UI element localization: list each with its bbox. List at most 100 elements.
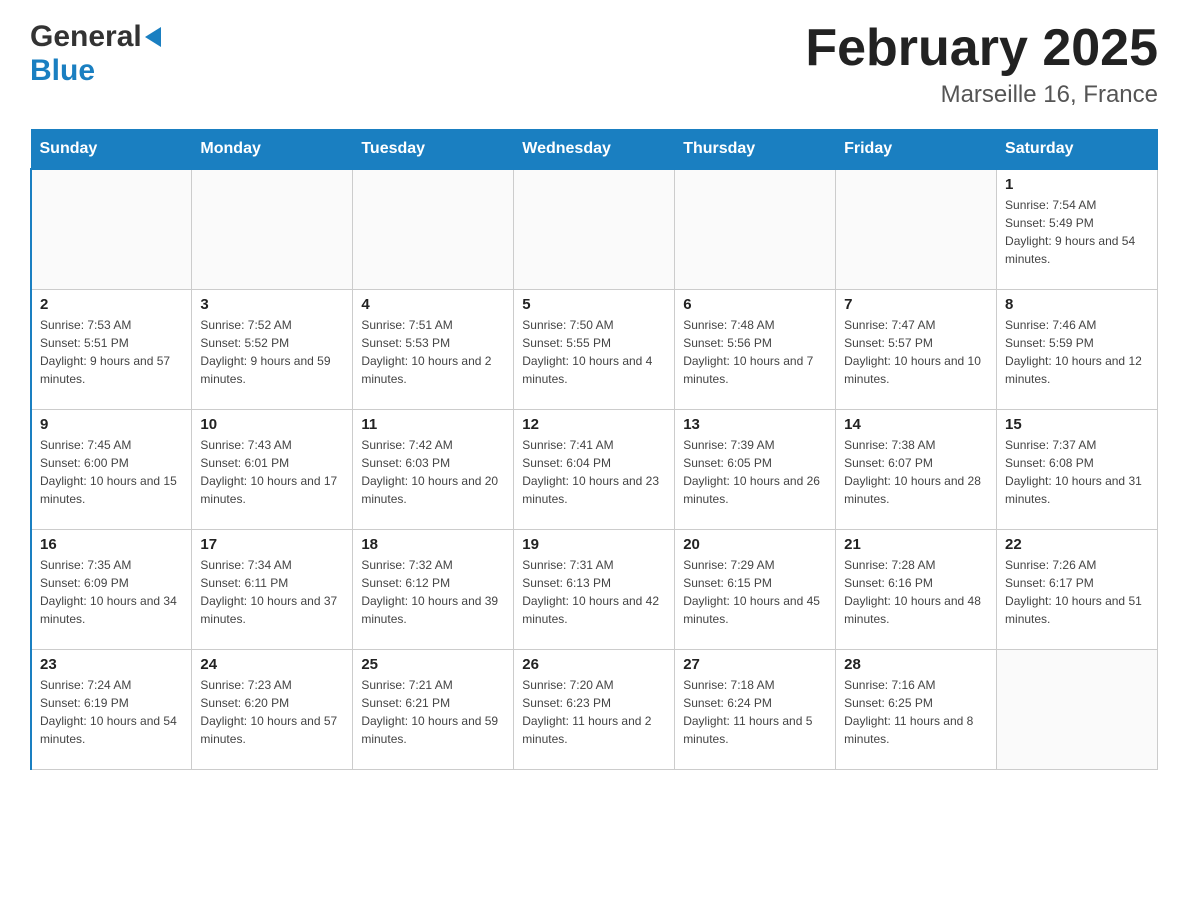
calendar-cell: 13 Sunrise: 7:39 AM Sunset: 6:05 PM Dayli… [675, 409, 836, 529]
day-number: 19 [522, 536, 666, 553]
day-number: 27 [683, 656, 827, 673]
day-info: Sunrise: 7:35 AM Sunset: 6:09 PM Dayligh… [40, 556, 183, 628]
day-info: Sunrise: 7:28 AM Sunset: 6:16 PM Dayligh… [844, 556, 988, 628]
weekday-header-thursday: Thursday [675, 130, 836, 170]
weekday-header-monday: Monday [192, 130, 353, 170]
calendar-cell: 7 Sunrise: 7:47 AM Sunset: 5:57 PM Daylig… [836, 289, 997, 409]
calendar-cell: 24Sunrise: 7:23 AM Sunset: 6:20 PM Dayli… [192, 649, 353, 769]
day-info: Sunrise: 7:34 AM Sunset: 6:11 PM Dayligh… [200, 556, 344, 628]
calendar-cell: 21 Sunrise: 7:28 AM Sunset: 6:16 PM Dayli… [836, 529, 997, 649]
calendar-cell: 22 Sunrise: 7:26 AM Sunset: 6:17 PM Dayli… [997, 529, 1158, 649]
calendar-cell: 2 Sunrise: 7:53 AM Sunset: 5:51 PM Daylig… [31, 289, 192, 409]
calendar-cell: 19 Sunrise: 7:31 AM Sunset: 6:13 PM Dayli… [514, 529, 675, 649]
day-info: Sunrise: 7:46 AM Sunset: 5:59 PM Dayligh… [1005, 316, 1149, 388]
day-info: Sunrise: 7:51 AM Sunset: 5:53 PM Dayligh… [361, 316, 505, 388]
day-number: 16 [40, 536, 183, 553]
day-info: Sunrise: 7:52 AM Sunset: 5:52 PM Dayligh… [200, 316, 344, 388]
weekday-header-sunday: Sunday [31, 130, 192, 170]
day-number: 24 [200, 656, 344, 673]
calendar-cell: 11 Sunrise: 7:42 AM Sunset: 6:03 PM Dayli… [353, 409, 514, 529]
calendar-cell [997, 649, 1158, 769]
day-number: 22 [1005, 536, 1149, 553]
calendar-cell: 9 Sunrise: 7:45 AM Sunset: 6:00 PM Daylig… [31, 409, 192, 529]
week-row-2: 2 Sunrise: 7:53 AM Sunset: 5:51 PM Daylig… [31, 289, 1158, 409]
calendar-cell: 26Sunrise: 7:20 AM Sunset: 6:23 PM Dayli… [514, 649, 675, 769]
day-number: 23 [40, 656, 183, 673]
day-number: 1 [1005, 176, 1149, 193]
month-title: February 2025 [805, 20, 1158, 77]
day-info: Sunrise: 7:47 AM Sunset: 5:57 PM Dayligh… [844, 316, 988, 388]
calendar-cell [514, 169, 675, 289]
calendar-cell: 18 Sunrise: 7:32 AM Sunset: 6:12 PM Dayli… [353, 529, 514, 649]
weekday-header-saturday: Saturday [997, 130, 1158, 170]
day-number: 13 [683, 416, 827, 433]
day-number: 12 [522, 416, 666, 433]
calendar-cell [353, 169, 514, 289]
day-info: Sunrise: 7:21 AM Sunset: 6:21 PM Dayligh… [361, 676, 505, 748]
week-row-5: 23 Sunrise: 7:24 AM Sunset: 6:19 PM Dayli… [31, 649, 1158, 769]
day-info: Sunrise: 7:37 AM Sunset: 6:08 PM Dayligh… [1005, 436, 1149, 508]
calendar-cell [836, 169, 997, 289]
day-info: Sunrise: 7:26 AM Sunset: 6:17 PM Dayligh… [1005, 556, 1149, 628]
calendar-cell [675, 169, 836, 289]
logo-blue-text: Blue [30, 54, 95, 88]
day-number: 18 [361, 536, 505, 553]
day-number: 3 [200, 296, 344, 313]
day-info: Sunrise: 7:50 AM Sunset: 5:55 PM Dayligh… [522, 316, 666, 388]
day-info: Sunrise: 7:20 AM Sunset: 6:23 PM Dayligh… [522, 676, 666, 748]
day-number: 25 [361, 656, 505, 673]
calendar-cell: 8 Sunrise: 7:46 AM Sunset: 5:59 PM Daylig… [997, 289, 1158, 409]
week-row-3: 9 Sunrise: 7:45 AM Sunset: 6:00 PM Daylig… [31, 409, 1158, 529]
calendar-cell: 27 Sunrise: 7:18 AM Sunset: 6:24 PM Dayli… [675, 649, 836, 769]
calendar-cell: 17 Sunrise: 7:34 AM Sunset: 6:11 PM Dayli… [192, 529, 353, 649]
day-number: 4 [361, 296, 505, 313]
day-number: 2 [40, 296, 183, 313]
weekday-header-row: SundayMondayTuesdayWednesdayThursdayFrid… [31, 130, 1158, 170]
calendar-cell: 3 Sunrise: 7:52 AM Sunset: 5:52 PM Daylig… [192, 289, 353, 409]
day-info: Sunrise: 7:24 AM Sunset: 6:19 PM Dayligh… [40, 676, 183, 748]
day-info: Sunrise: 7:48 AM Sunset: 5:56 PM Dayligh… [683, 316, 827, 388]
day-number: 6 [683, 296, 827, 313]
calendar-cell: 14Sunrise: 7:38 AM Sunset: 6:07 PM Dayli… [836, 409, 997, 529]
day-number: 9 [40, 416, 183, 433]
day-info: Sunrise: 7:42 AM Sunset: 6:03 PM Dayligh… [361, 436, 505, 508]
day-info: Sunrise: 7:39 AM Sunset: 6:05 PM Dayligh… [683, 436, 827, 508]
calendar-cell: 23 Sunrise: 7:24 AM Sunset: 6:19 PM Dayli… [31, 649, 192, 769]
calendar-cell [192, 169, 353, 289]
day-info: Sunrise: 7:31 AM Sunset: 6:13 PM Dayligh… [522, 556, 666, 628]
day-info: Sunrise: 7:53 AM Sunset: 5:51 PM Dayligh… [40, 316, 183, 388]
day-info: Sunrise: 7:43 AM Sunset: 6:01 PM Dayligh… [200, 436, 344, 508]
day-info: Sunrise: 7:54 AM Sunset: 5:49 PM Dayligh… [1005, 196, 1149, 268]
day-number: 14 [844, 416, 988, 433]
day-info: Sunrise: 7:32 AM Sunset: 6:12 PM Dayligh… [361, 556, 505, 628]
calendar-cell: 28Sunrise: 7:16 AM Sunset: 6:25 PM Dayli… [836, 649, 997, 769]
calendar-cell: 1 Sunrise: 7:54 AM Sunset: 5:49 PM Daylig… [997, 169, 1158, 289]
day-number: 15 [1005, 416, 1149, 433]
calendar-cell: 20 Sunrise: 7:29 AM Sunset: 6:15 PM Dayli… [675, 529, 836, 649]
day-number: 28 [844, 656, 988, 673]
logo-triangle-icon [145, 27, 161, 47]
day-info: Sunrise: 7:45 AM Sunset: 6:00 PM Dayligh… [40, 436, 183, 508]
calendar-cell: 15 Sunrise: 7:37 AM Sunset: 6:08 PM Dayli… [997, 409, 1158, 529]
calendar-cell: 25 Sunrise: 7:21 AM Sunset: 6:21 PM Dayli… [353, 649, 514, 769]
week-row-1: 1 Sunrise: 7:54 AM Sunset: 5:49 PM Daylig… [31, 169, 1158, 289]
day-number: 17 [200, 536, 344, 553]
day-number: 11 [361, 416, 505, 433]
calendar-cell: 4 Sunrise: 7:51 AM Sunset: 5:53 PM Daylig… [353, 289, 514, 409]
calendar-cell [31, 169, 192, 289]
weekday-header-wednesday: Wednesday [514, 130, 675, 170]
day-number: 7 [844, 296, 988, 313]
logo-general-text: General [30, 20, 142, 54]
day-info: Sunrise: 7:41 AM Sunset: 6:04 PM Dayligh… [522, 436, 666, 508]
week-row-4: 16 Sunrise: 7:35 AM Sunset: 6:09 PM Dayli… [31, 529, 1158, 649]
day-number: 5 [522, 296, 666, 313]
day-number: 21 [844, 536, 988, 553]
day-info: Sunrise: 7:29 AM Sunset: 6:15 PM Dayligh… [683, 556, 827, 628]
calendar-cell: 6 Sunrise: 7:48 AM Sunset: 5:56 PM Daylig… [675, 289, 836, 409]
logo: General Blue [30, 20, 161, 88]
day-number: 20 [683, 536, 827, 553]
location-title: Marseille 16, France [805, 81, 1158, 109]
day-info: Sunrise: 7:18 AM Sunset: 6:24 PM Dayligh… [683, 676, 827, 748]
page-header: General Blue February 2025 Marseille 16,… [30, 20, 1158, 109]
day-number: 8 [1005, 296, 1149, 313]
